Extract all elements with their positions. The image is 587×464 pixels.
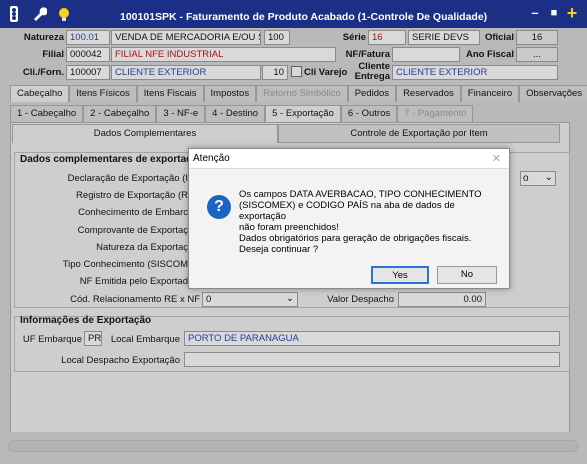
no-button[interactable]: No bbox=[437, 266, 497, 284]
wrench-icon[interactable] bbox=[31, 6, 47, 22]
yes-button[interactable]: Yes bbox=[371, 266, 429, 284]
question-icon: ? bbox=[207, 195, 231, 219]
title-bar: 100101SPK - Faturamento de Produto Acaba… bbox=[0, 0, 587, 28]
minimize-button[interactable]: – bbox=[527, 5, 543, 21]
dialog-title-bar: Atenção ✕ bbox=[189, 149, 509, 169]
maximize-button[interactable]: ■ bbox=[546, 5, 562, 21]
lightbulb-icon[interactable] bbox=[56, 6, 72, 22]
traffic-light-icon[interactable] bbox=[6, 6, 22, 22]
window-title: 100101SPK - Faturamento de Produto Acaba… bbox=[120, 11, 488, 23]
close-button[interactable]: + bbox=[564, 4, 580, 22]
dialog-title: Atenção bbox=[193, 153, 230, 164]
close-icon[interactable]: ✕ bbox=[492, 152, 501, 165]
attention-dialog: Atenção ✕ ? Os campos DATA AVERBACAO, TI… bbox=[188, 148, 510, 289]
dialog-message: Os campos DATA AVERBACAO, TIPO CONHECIME… bbox=[239, 189, 482, 255]
